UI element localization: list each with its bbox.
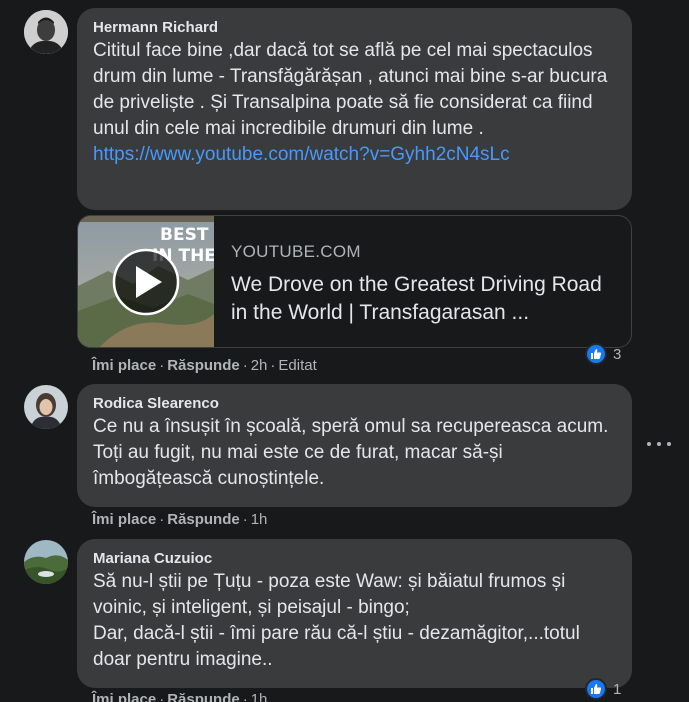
avatar[interactable] <box>24 385 68 429</box>
separator: · <box>159 357 165 374</box>
separator: · <box>270 357 276 374</box>
comment-bubble: Rodica Slearenco Ce nu a însușit în școa… <box>77 384 632 507</box>
comment-actions: Îmi place · Răspunde · 1h <box>92 510 267 530</box>
comment-actions: Îmi place · Răspunde · 1h <box>92 690 267 702</box>
comment-time[interactable]: 1h <box>251 511 268 528</box>
separator: · <box>242 511 248 528</box>
like-button[interactable]: Îmi place <box>92 691 156 702</box>
comment-author[interactable]: Mariana Cuzuioc <box>93 549 616 569</box>
link-preview-card[interactable]: BEST R IN THE W YOUTUBE.COM We Drove on … <box>77 215 632 348</box>
svg-text:BEST R: BEST R <box>160 225 214 245</box>
reaction-count: 1 <box>613 680 622 698</box>
dot <box>657 442 661 446</box>
comment-bubble: Hermann Richard Cititul face bine ,dar d… <box>77 8 632 210</box>
like-button[interactable]: Îmi place <box>92 511 156 528</box>
comment-time[interactable]: 1h <box>251 691 268 702</box>
edited-label[interactable]: Editat <box>278 357 316 374</box>
separator: · <box>242 691 248 702</box>
separator: · <box>242 357 248 374</box>
comment-author[interactable]: Hermann Richard <box>93 18 616 38</box>
reaction-summary[interactable]: 1 <box>585 677 621 701</box>
avatar[interactable] <box>24 540 68 584</box>
comment-author[interactable]: Rodica Slearenco <box>93 394 616 414</box>
separator: · <box>159 511 165 528</box>
more-options-icon[interactable] <box>647 437 671 451</box>
separator: · <box>159 691 165 702</box>
like-button[interactable]: Îmi place <box>92 357 156 374</box>
reply-button[interactable]: Răspunde <box>167 511 240 528</box>
avatar[interactable] <box>24 10 68 54</box>
preview-site: YOUTUBE.COM <box>231 242 361 261</box>
reaction-summary[interactable]: 3 <box>585 342 621 366</box>
comment-bubble: Mariana Cuzuioc Să nu-l știi pe Țuțu - p… <box>77 539 632 688</box>
dot <box>647 442 651 446</box>
comment-body: Cititul face bine ,dar dacă tot se află … <box>93 40 608 139</box>
reply-button[interactable]: Răspunde <box>167 357 240 374</box>
dot <box>667 442 671 446</box>
like-icon <box>585 678 607 700</box>
preview-title[interactable]: We Drove on the Greatest Driving Road in… <box>231 271 621 327</box>
comment-link[interactable]: https://www.youtube.com/watch?v=Gyhh2cN4… <box>93 144 510 165</box>
comment-text: Să nu-l știi pe Țuțu - poza este Waw: și… <box>93 571 580 670</box>
like-icon <box>585 343 607 365</box>
comment-time[interactable]: 2h <box>251 357 268 374</box>
reaction-count: 3 <box>613 345 622 363</box>
comment-text: Ce nu a însușit în școală, speră omul sa… <box>93 416 609 489</box>
comment-actions: Îmi place · Răspunde · 2h · Editat <box>92 356 317 376</box>
reply-button[interactable]: Răspunde <box>167 691 240 702</box>
video-thumbnail[interactable]: BEST R IN THE W <box>78 216 214 347</box>
comment-text: Cititul face bine ,dar dacă tot se află … <box>93 38 616 168</box>
